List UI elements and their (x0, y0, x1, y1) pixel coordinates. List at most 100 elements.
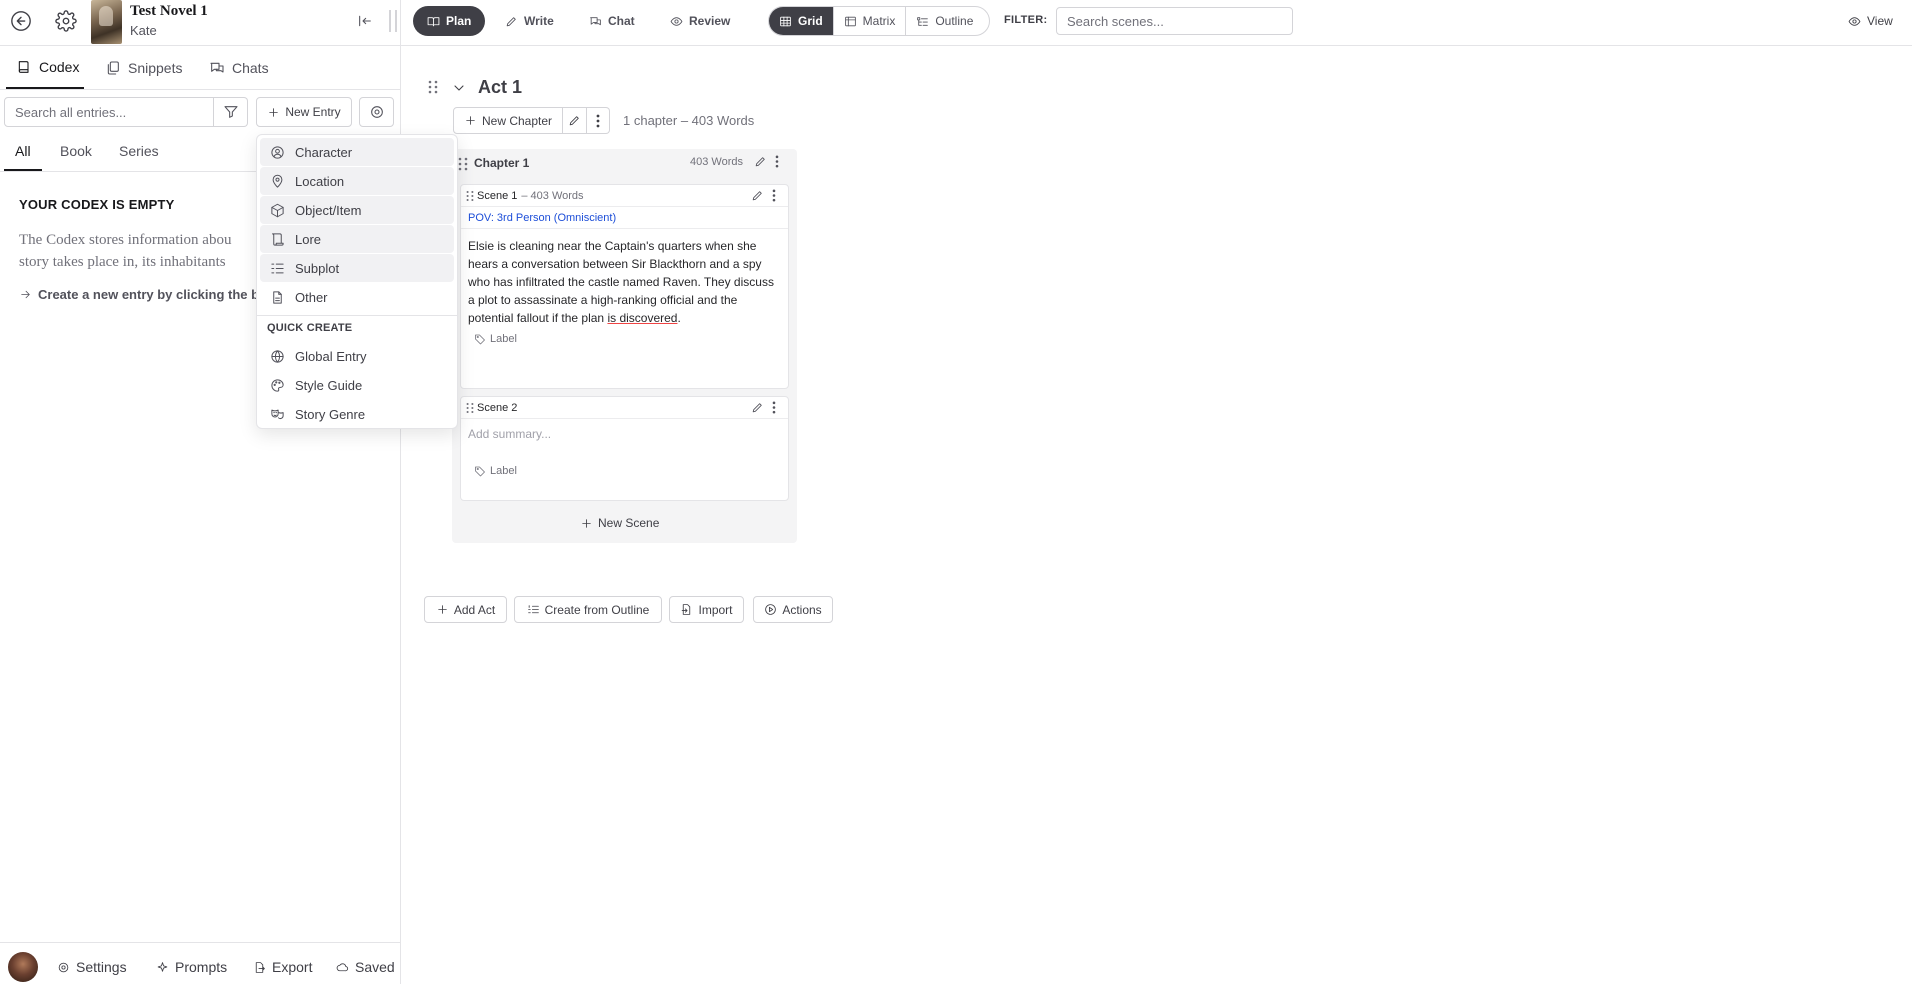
import-button[interactable]: Import (669, 596, 744, 623)
scene-label-button[interactable]: Label (461, 333, 788, 345)
sidebar-resize-handle[interactable] (389, 10, 397, 32)
tab-snippets-label: Snippets (128, 59, 183, 76)
mode-review-button[interactable]: Review (656, 6, 744, 36)
chevron-down-icon (454, 85, 464, 91)
avatar[interactable] (8, 952, 38, 982)
scene-more-button[interactable] (772, 189, 776, 202)
sparkles-icon (157, 961, 168, 972)
chapter-more-button[interactable] (775, 155, 779, 168)
tab-chats-label: Chats (232, 59, 269, 76)
pencil-icon (752, 403, 762, 413)
scene-summary[interactable]: Elsie is cleaning near the Captain's qua… (461, 229, 788, 327)
tab-chats[interactable]: Chats (209, 46, 269, 89)
chapter-word-count: 403 Words (690, 156, 743, 168)
novel-cover-image[interactable] (91, 0, 122, 44)
mode-plan-button[interactable]: Plan (413, 6, 486, 36)
scene-pov[interactable]: POV: 3rd Person (Omniscient) (461, 207, 788, 229)
codex-filter-button[interactable] (214, 97, 248, 127)
open-book-icon (427, 16, 440, 26)
view-grid-button[interactable]: Grid (769, 7, 834, 35)
codex-settings-button[interactable] (359, 97, 394, 127)
footer-export-button[interactable]: Export (253, 952, 312, 982)
footer-prompts-button[interactable]: Prompts (156, 952, 227, 982)
menu-item-object[interactable]: Object/Item (260, 196, 454, 224)
globe-icon (271, 349, 284, 363)
scope-tab-series[interactable]: Series (119, 135, 159, 171)
new-chapter-button[interactable]: New Chapter (453, 107, 563, 134)
chapter-title[interactable]: Chapter 1 (474, 156, 529, 170)
view-outline-label: Outline (935, 14, 974, 28)
scene-search-input[interactable] (1056, 7, 1293, 35)
codex-search-input[interactable] (4, 97, 214, 127)
act-edit-button[interactable] (563, 107, 587, 134)
pencil-icon (752, 191, 762, 201)
pencil-icon (569, 116, 579, 126)
plus-icon (582, 518, 591, 528)
gear-icon (370, 106, 383, 118)
menu-item-global-entry[interactable]: Global Entry (260, 342, 454, 370)
mode-review-label: Review (689, 14, 731, 28)
act-drag-handle[interactable] (428, 80, 438, 94)
tab-codex[interactable]: Codex (6, 46, 84, 89)
footer-export-label: Export (272, 959, 313, 975)
character-icon (271, 145, 284, 159)
scene-card[interactable]: Scene 2 Add summary... Label (460, 396, 789, 501)
menu-item-story-genre[interactable]: Story Genre (260, 400, 454, 428)
scene-edit-button[interactable] (751, 401, 764, 414)
scene-more-button[interactable] (772, 401, 776, 414)
back-button[interactable] (6, 6, 36, 36)
collapse-sidebar-button[interactable] (354, 10, 376, 32)
act-collapse-toggle[interactable] (451, 80, 467, 96)
quick-create-heading: QUICK CREATE (267, 322, 353, 334)
novel-title[interactable]: Test Novel 1 (130, 3, 208, 20)
collapse-left-icon (359, 15, 371, 27)
new-scene-button[interactable]: New Scene (580, 516, 659, 530)
drag-grip-icon[interactable] (466, 402, 474, 414)
menu-item-location[interactable]: Location (260, 167, 454, 195)
scene-card[interactable]: Scene 1 – 403 Words POV: 3rd Person (Omn… (460, 184, 789, 389)
tab-snippets[interactable]: Snippets (105, 46, 182, 89)
view-outline-button[interactable]: Outline (906, 7, 983, 35)
settings-gear-button[interactable] (51, 6, 81, 36)
scope-tab-book[interactable]: Book (60, 135, 92, 171)
menu-item-label: Story Genre (295, 406, 366, 422)
act-more-button[interactable] (587, 107, 610, 134)
save-status: Saved (336, 952, 395, 982)
chapter-drag-handle[interactable] (458, 157, 468, 171)
menu-item-subplot[interactable]: Subplot (260, 254, 454, 282)
scope-tab-all[interactable]: All (4, 135, 42, 171)
view-menu-button[interactable]: View (1848, 6, 1893, 36)
scene-edit-button[interactable] (751, 189, 764, 202)
chapter-edit-button[interactable] (754, 155, 767, 168)
scene-word-count: – 403 Words (521, 189, 584, 202)
footer-settings-button[interactable]: Settings (57, 952, 127, 982)
view-matrix-label: Matrix (862, 14, 896, 28)
mode-write-button[interactable]: Write (491, 6, 568, 36)
mode-chat-button[interactable]: Chat (575, 6, 649, 36)
tag-icon (475, 466, 485, 477)
view-menu-label: View (1867, 14, 1893, 28)
add-act-button[interactable]: Add Act (424, 596, 507, 623)
new-entry-button[interactable]: New Entry (256, 97, 352, 127)
view-matrix-button[interactable]: Matrix (834, 7, 907, 35)
mode-write-label: Write (524, 14, 554, 28)
menu-item-character[interactable]: Character (260, 138, 454, 166)
drag-grip-icon (458, 157, 468, 171)
drag-grip-icon[interactable] (466, 190, 474, 202)
scene-summary-placeholder[interactable]: Add summary... (461, 419, 788, 457)
create-from-outline-button[interactable]: Create from Outline (514, 596, 662, 623)
act-title[interactable]: Act 1 (478, 77, 522, 98)
scene-header: Scene 2 (461, 397, 788, 419)
sidebar-tabs: Codex Snippets Chats (0, 46, 400, 90)
actions-button[interactable]: Actions (753, 596, 833, 623)
menu-item-lore[interactable]: Lore (260, 225, 454, 253)
top-toolbar: Plan Write Chat Review Grid Matrix Outli… (401, 0, 1912, 46)
new-entry-label: New Entry (285, 105, 341, 119)
scene-label-button[interactable]: Label (461, 465, 788, 477)
save-status-label: Saved (355, 959, 395, 975)
menu-item-label: Other (295, 289, 328, 305)
menu-item-style-guide[interactable]: Style Guide (260, 371, 454, 399)
footer-prompts-label: Prompts (175, 959, 228, 975)
menu-item-other[interactable]: Other (260, 283, 454, 311)
scene-summary-end: . (677, 311, 681, 325)
